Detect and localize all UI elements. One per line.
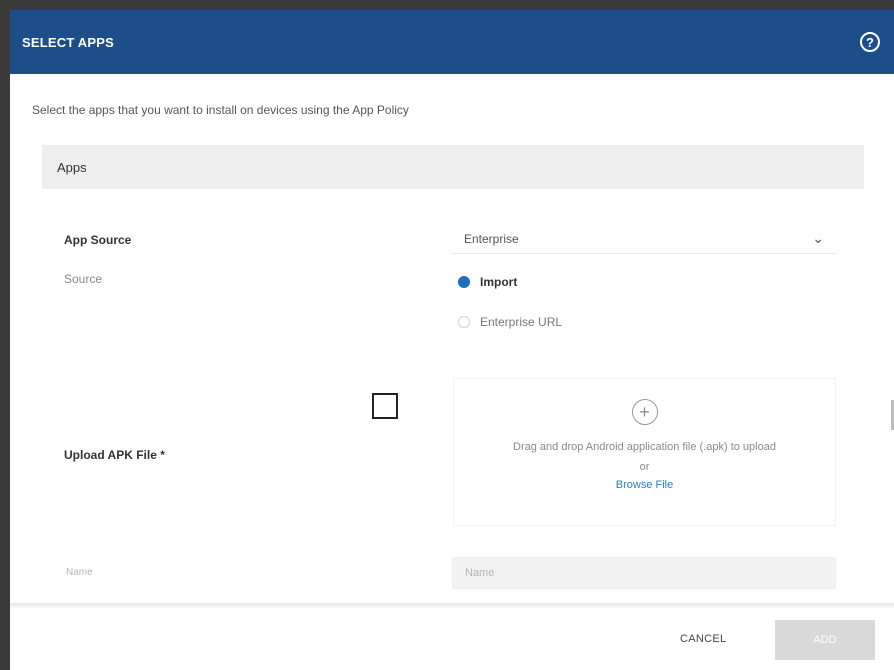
apps-panel: Apps xyxy=(42,145,864,600)
source-option-enterprise-url[interactable]: Enterprise URL xyxy=(458,315,562,329)
source-label: Source xyxy=(64,272,103,286)
source-option-enterprise-url-label: Enterprise URL xyxy=(480,315,563,329)
name-input[interactable] xyxy=(452,557,836,589)
dialog-header: SELECT APPS ? xyxy=(10,10,894,74)
chevron-down-icon: ⌄ xyxy=(812,230,824,246)
add-button[interactable]: ADD xyxy=(775,620,875,660)
add-circle-icon: + xyxy=(631,399,658,425)
apps-section-header: Apps xyxy=(42,145,864,189)
app-source-select[interactable]: Enterprise ⌄ xyxy=(452,224,836,254)
dropzone-text: Drag and drop Android application file (… xyxy=(513,441,776,453)
radio-unselected-icon[interactable] xyxy=(458,316,470,328)
footer-divider xyxy=(10,603,894,609)
apk-dropzone[interactable]: + Drag and drop Android application file… xyxy=(453,378,836,526)
upload-apk-label: Upload APK File * xyxy=(64,448,165,462)
checkbox[interactable] xyxy=(372,393,398,419)
dialog-title: SELECT APPS xyxy=(22,34,115,50)
cancel-button[interactable]: CANCEL xyxy=(680,633,726,645)
app-source-label: App Source xyxy=(64,233,132,247)
dialog-description: Select the apps that you want to install… xyxy=(32,103,409,117)
radio-selected-icon[interactable] xyxy=(458,276,470,288)
dropzone-or-text: or xyxy=(639,461,650,473)
source-option-import[interactable]: Import xyxy=(458,275,517,289)
app-source-value: Enterprise xyxy=(464,231,519,246)
name-label: Name xyxy=(66,567,93,578)
source-option-import-label: Import xyxy=(480,275,518,289)
browse-file-link[interactable]: Browse File xyxy=(454,479,835,491)
help-icon[interactable]: ? xyxy=(860,32,880,52)
select-apps-dialog: SELECT APPS ? Select the apps that you w… xyxy=(10,10,894,670)
window-frame-top xyxy=(0,0,894,10)
window-frame-left xyxy=(0,0,10,670)
apps-section-title: Apps xyxy=(57,159,87,175)
